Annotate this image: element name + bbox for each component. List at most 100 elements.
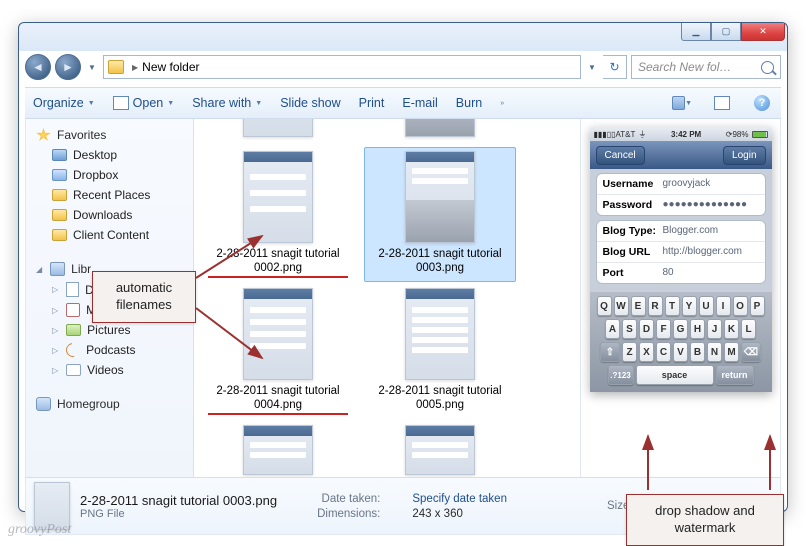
phone-statusbar: ▮▮▮▯▯ AT&T⏚ 3:42 PM ⟳ 98% <box>590 127 772 141</box>
dropbox-icon <box>52 169 67 181</box>
backspace-key: ⌫ <box>741 342 761 362</box>
breadcrumb[interactable]: ▶ New folder <box>103 55 581 79</box>
callout-filenames: automatic filenames <box>92 271 196 323</box>
details-filetype: PNG File <box>80 508 277 520</box>
search-placeholder: Search New fol… <box>638 60 731 74</box>
keyboard-key: T <box>665 296 680 316</box>
thumbnail-image <box>405 151 475 243</box>
keyboard-key: C <box>656 342 671 362</box>
search-input[interactable]: Search New fol… <box>631 55 781 79</box>
file-name: 2-28-2011 snagit tutorial 0005.png <box>370 384 510 413</box>
preview-image: ▮▮▮▯▯ AT&T⏚ 3:42 PM ⟳ 98% Cancel Login U… <box>590 127 772 392</box>
nav-item-desktop[interactable]: Desktop <box>30 145 189 165</box>
podcasts-icon <box>63 340 82 359</box>
documents-icon <box>66 282 79 297</box>
star-icon <box>36 128 51 142</box>
view-options-button[interactable]: ▼ <box>671 93 693 113</box>
battery-icon <box>752 131 768 138</box>
minimize-button[interactable]: ▁ <box>681 23 711 41</box>
thumbnail-image <box>405 425 475 475</box>
folder-icon <box>52 209 67 221</box>
date-taken-field[interactable]: Specify date taken <box>412 493 507 505</box>
details-filename: 2-28-2011 snagit tutorial 0003.png <box>80 493 277 508</box>
nav-item-client-content[interactable]: Client Content <box>30 225 189 245</box>
nav-item-videos[interactable]: ▷Videos <box>30 360 189 380</box>
titlebar: ▁ ▢ ✕ <box>19 23 787 51</box>
nav-forward-button[interactable]: ► <box>55 54 81 80</box>
expand-icon: ▷ <box>52 306 58 315</box>
pictures-icon <box>66 324 81 336</box>
share-with-button[interactable]: Share with▼ <box>192 96 262 110</box>
nav-item-pictures[interactable]: ▷Pictures <box>30 320 189 340</box>
file-thumb[interactable] <box>364 421 516 478</box>
explorer-window: ▁ ▢ ✕ ◄ ► ▼ ▶ New folder ▼ ↻ Search New … <box>18 22 788 512</box>
keyboard-key: M <box>724 342 739 362</box>
keyboard-key: N <box>707 342 722 362</box>
keyboard-key: W <box>614 296 629 316</box>
keyboard-key: B <box>690 342 705 362</box>
nav-item-dropbox[interactable]: Dropbox <box>30 165 189 185</box>
open-icon <box>113 96 129 110</box>
preview-pane: ▮▮▮▯▯ AT&T⏚ 3:42 PM ⟳ 98% Cancel Login U… <box>580 119 780 477</box>
breadcrumb-dropdown[interactable]: ▼ <box>585 56 599 78</box>
nav-item-recent-places[interactable]: Recent Places <box>30 185 189 205</box>
help-button[interactable]: ? <box>751 93 773 113</box>
nav-homegroup-header[interactable]: Homegroup <box>30 394 189 414</box>
nav-back-button[interactable]: ◄ <box>25 54 51 80</box>
keyboard-key: I <box>716 296 731 316</box>
maximize-button[interactable]: ▢ <box>711 23 741 41</box>
watermark: groovyPost <box>8 522 71 538</box>
keyboard-key: X <box>639 342 654 362</box>
nav-favorites-header[interactable]: Favorites <box>30 125 189 145</box>
view-icon <box>672 96 685 110</box>
arrow-annotation <box>760 432 780 497</box>
file-thumb[interactable] <box>202 119 354 145</box>
keyboard-key: P <box>750 296 765 316</box>
desktop-icon <box>52 149 67 161</box>
file-thumb[interactable] <box>202 421 354 478</box>
open-button[interactable]: Open▼ <box>113 96 175 110</box>
preview-pane-button[interactable] <box>711 93 733 113</box>
keyboard-key: K <box>724 319 739 339</box>
cancel-button: Cancel <box>596 146 645 165</box>
close-button[interactable]: ✕ <box>741 23 785 41</box>
keyboard-key: Y <box>682 296 697 316</box>
email-button[interactable]: E-mail <box>402 96 437 110</box>
organize-button[interactable]: Organize▼ <box>33 96 95 110</box>
chevron-down-icon: ▼ <box>255 100 262 107</box>
dimensions-value: 243 x 360 <box>412 508 507 520</box>
keyboard-key: H <box>690 319 705 339</box>
nav-history-dropdown[interactable]: ▼ <box>85 56 99 78</box>
refresh-button[interactable]: ↻ <box>603 55 627 79</box>
keyboard-key: D <box>639 319 654 339</box>
folder-icon <box>108 60 124 74</box>
keyboard-key: Q <box>597 296 612 316</box>
chevron-right-icon: » <box>500 100 504 107</box>
phone-navbar: Cancel Login <box>590 141 772 169</box>
burn-button[interactable]: Burn <box>456 96 482 110</box>
expand-icon: ▷ <box>52 366 58 375</box>
chevron-down-icon: ▼ <box>88 100 95 107</box>
help-icon: ? <box>754 95 770 111</box>
homegroup-icon <box>36 397 51 411</box>
file-thumb-selected[interactable]: 2-28-2011 snagit tutorial 0003.png <box>364 147 516 282</box>
keyboard-key: J <box>707 319 722 339</box>
file-thumb[interactable] <box>364 119 516 145</box>
nav-item-downloads[interactable]: Downloads <box>30 205 189 225</box>
login-button: Login <box>723 146 765 165</box>
toolbar-overflow-button[interactable]: » <box>500 100 504 107</box>
thumbnail-image <box>405 288 475 380</box>
keyboard-key: U <box>699 296 714 316</box>
chevron-down-icon: ▼ <box>167 100 174 107</box>
nav-item-podcasts[interactable]: ▷Podcasts <box>30 340 189 360</box>
keyboard-key: O <box>733 296 748 316</box>
slideshow-button[interactable]: Slide show <box>280 96 340 110</box>
return-key: return <box>716 365 754 385</box>
folder-icon <box>52 229 67 241</box>
file-list[interactable]: 2-28-2011 snagit tutorial 0002.png 2-28-… <box>194 119 580 477</box>
file-thumb[interactable]: 2-28-2011 snagit tutorial 0005.png <box>364 284 516 419</box>
print-button[interactable]: Print <box>359 96 385 110</box>
breadcrumb-folder[interactable]: New folder <box>142 60 199 74</box>
file-name: 2-28-2011 snagit tutorial 0003.png <box>370 247 510 276</box>
chevron-right-icon: ▶ <box>132 63 138 72</box>
